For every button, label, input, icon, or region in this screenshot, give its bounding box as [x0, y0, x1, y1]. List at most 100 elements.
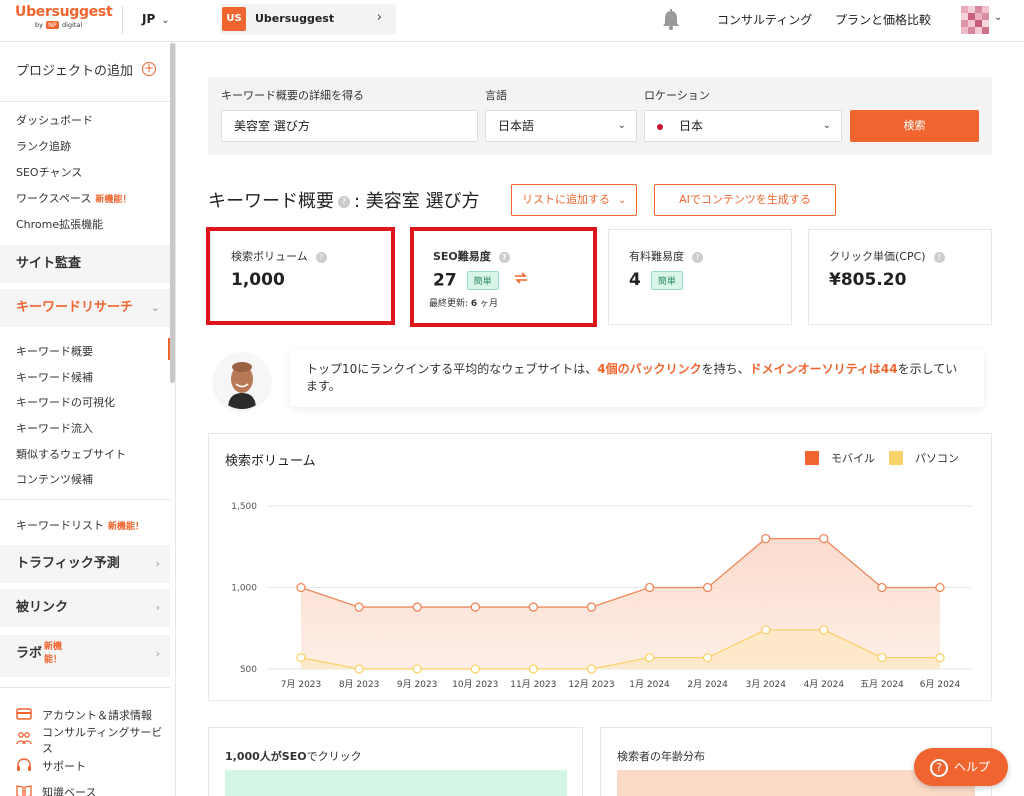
consulting-line2: ス — [42, 742, 53, 755]
data-point-mobile — [296, 582, 306, 593]
sidebar-item-knowledge-base[interactable]: 知識ベース — [16, 784, 96, 796]
question-circle-icon: ? — [930, 758, 948, 777]
domain-authority-link[interactable]: ドメインオーソリティは44 — [750, 362, 898, 376]
age-distribution-title: 検索者の年齢分布 — [617, 750, 705, 763]
project-switcher[interactable]: US Ubersuggest › — [220, 4, 396, 35]
data-point-mobile — [761, 533, 771, 544]
sidebar-item-workspace[interactable]: ワークスペース 新機能！ — [16, 190, 131, 206]
consulting-link[interactable]: コンサルティング — [717, 11, 812, 28]
logo-digital: digital — [61, 21, 83, 29]
data-point-desktop — [644, 652, 655, 663]
support-label: サポート — [42, 760, 86, 773]
page-title: キーワード概要?: 美容室 選び方 — [208, 187, 480, 213]
sidebar-item-chrome-extension[interactable]: Chrome拡張機能 — [16, 216, 103, 232]
location-select[interactable]: 日本 ⌄ — [644, 110, 842, 142]
bell-icon[interactable] — [661, 9, 681, 31]
sidebar-section-site-audit[interactable]: サイト監査 — [0, 245, 170, 283]
sidebar-item-seo-opportunities[interactable]: SEOチャンス — [16, 164, 82, 180]
language-selector[interactable]: JP ⌄ — [142, 12, 170, 26]
sidebar-item-rank-tracking[interactable]: ランク追跡 — [16, 138, 71, 154]
data-point-mobile — [586, 602, 597, 612]
sidebar-divider — [0, 499, 170, 500]
seo-clicks-card: 1,000人がSEOでクリック — [208, 727, 583, 796]
location-field-label: ロケーション — [644, 89, 710, 102]
title-prefix: キーワード概要 — [208, 191, 334, 212]
add-project-button[interactable]: プロジェクトの追加 — [16, 60, 133, 79]
sidebar-item-consulting[interactable]: コンサルティングサービス — [16, 725, 162, 757]
plus-circle-icon[interactable]: + — [142, 62, 156, 76]
japan-flag-icon — [657, 123, 663, 130]
keyword-list-label: キーワードリスト — [16, 519, 104, 532]
top-header: Ubersuggest by NP digital JP ⌄ US Ubersug… — [0, 0, 1024, 42]
data-point-desktop — [470, 664, 480, 674]
sidebar-item-content-ideas[interactable]: コンテンツ候補 — [16, 471, 93, 487]
data-point-desktop — [935, 652, 945, 663]
language-field-label: 言語 — [485, 89, 507, 102]
seo-clicks-title: 1,000人がSEOでクリック — [225, 748, 362, 764]
insight-text: トップ10にランクインする平均的なウェブサイトは、4個のバックリンクを持ち、ドメ… — [306, 361, 966, 395]
help-icon[interactable]: ? — [338, 196, 350, 208]
data-point-desktop — [296, 652, 306, 663]
new-badge: 新機能！ — [95, 195, 132, 205]
paid-difficulty-card: 有料難易度? 4 簡単 — [608, 229, 792, 325]
backlinks-link[interactable]: 4個のバックリンク — [597, 362, 701, 376]
data-point-desktop — [528, 664, 539, 674]
chevron-right-icon: › — [155, 557, 160, 570]
language-label: JP — [142, 12, 156, 26]
sidebar-item-keyword-traffic[interactable]: キーワード流入 — [16, 420, 93, 436]
sidebar-section-keyword-research[interactable]: キーワードリサーチ ⌄ — [0, 289, 170, 327]
paid-difficulty-label: 有料難易度? — [629, 248, 703, 264]
sidebar-item-keyword-ideas[interactable]: キーワード候補 — [16, 369, 93, 385]
language-value: 日本語 — [498, 119, 535, 133]
help-icon[interactable]: ? — [933, 251, 945, 263]
data-point-desktop — [819, 625, 829, 635]
data-point-mobile — [470, 602, 480, 612]
search-button[interactable]: 検索 — [850, 110, 979, 142]
sidebar-item-keyword-visualization[interactable]: キーワードの可視化 — [16, 394, 115, 410]
credit-card-icon — [16, 708, 32, 720]
x-tick-label: 9月 2023 — [397, 679, 438, 690]
knowledge-label: 知識ベース — [42, 786, 97, 796]
plans-link[interactable]: プランと価格比較 — [835, 11, 931, 28]
user-avatar[interactable] — [961, 6, 989, 34]
logo-byline: by NP digital — [35, 21, 110, 29]
sidebar-divider — [0, 687, 170, 688]
chevron-right-icon: › — [376, 10, 382, 25]
cpc-card: クリック単価(CPC)? ¥805.20 — [808, 229, 992, 325]
x-tick-label: 五月 2024 — [860, 679, 904, 690]
people-icon — [16, 732, 32, 745]
sidebar-section-labs[interactable]: ラボ 新機 能！ › — [0, 635, 170, 677]
highlight-box — [206, 227, 395, 325]
sidebar: プロジェクトの追加 + ダッシュボード ランク追跡 SEOチャンス ワークスペー… — [0, 43, 176, 796]
x-tick-label: 7月 2023 — [281, 679, 322, 690]
cpc-label: クリック単価(CPC)? — [829, 248, 945, 264]
headset-icon — [17, 758, 31, 771]
help-label: ヘルプ — [954, 760, 991, 774]
chevron-down-icon: ⌄ — [822, 120, 831, 131]
help-button[interactable]: ? ヘルプ — [914, 748, 1008, 786]
data-point-mobile — [644, 582, 655, 593]
sidebar-item-dashboard[interactable]: ダッシュボード — [16, 112, 93, 128]
help-icon[interactable]: ? — [692, 251, 703, 263]
sidebar-item-similar-websites[interactable]: 類似するウェブサイト — [16, 446, 126, 462]
backlinks-label: 被リンク — [16, 600, 69, 615]
data-point-mobile — [935, 582, 945, 593]
sidebar-section-traffic-forecast[interactable]: トラフィック予測 › — [0, 545, 170, 583]
y-tick-label: 1,000 — [231, 584, 257, 594]
chart-plot: 500 1,000 1,500 7月 2023 8月 2023 9月 2023 10月 20… — [231, 502, 971, 690]
chevron-down-icon[interactable]: ⌄ — [994, 12, 1002, 23]
sidebar-scrollbar[interactable] — [170, 43, 175, 383]
sidebar-item-account[interactable]: アカウント＆請求情報 — [16, 707, 152, 723]
keyword-input[interactable]: 美容室 選び方 — [221, 110, 478, 142]
sidebar-section-backlinks[interactable]: 被リンク › — [0, 589, 170, 627]
labs-new-line2: 能！ — [44, 655, 63, 665]
add-to-list-button[interactable]: リストに追加する ⌄ — [511, 184, 637, 216]
chevron-down-icon: ⌄ — [617, 120, 626, 131]
account-label: アカウント＆請求情報 — [42, 709, 152, 722]
language-select[interactable]: 日本語 ⌄ — [485, 110, 637, 142]
ubersuggest-logo[interactable]: Ubersuggest by NP digital — [15, 4, 113, 38]
sidebar-item-keyword-list[interactable]: キーワードリスト 新機能！ — [16, 517, 144, 533]
ai-content-button[interactable]: AIでコンテンツを生成する — [654, 184, 836, 216]
sidebar-item-keyword-overview[interactable]: キーワード概要 — [16, 343, 93, 359]
sidebar-item-support[interactable]: サポート — [16, 758, 86, 774]
